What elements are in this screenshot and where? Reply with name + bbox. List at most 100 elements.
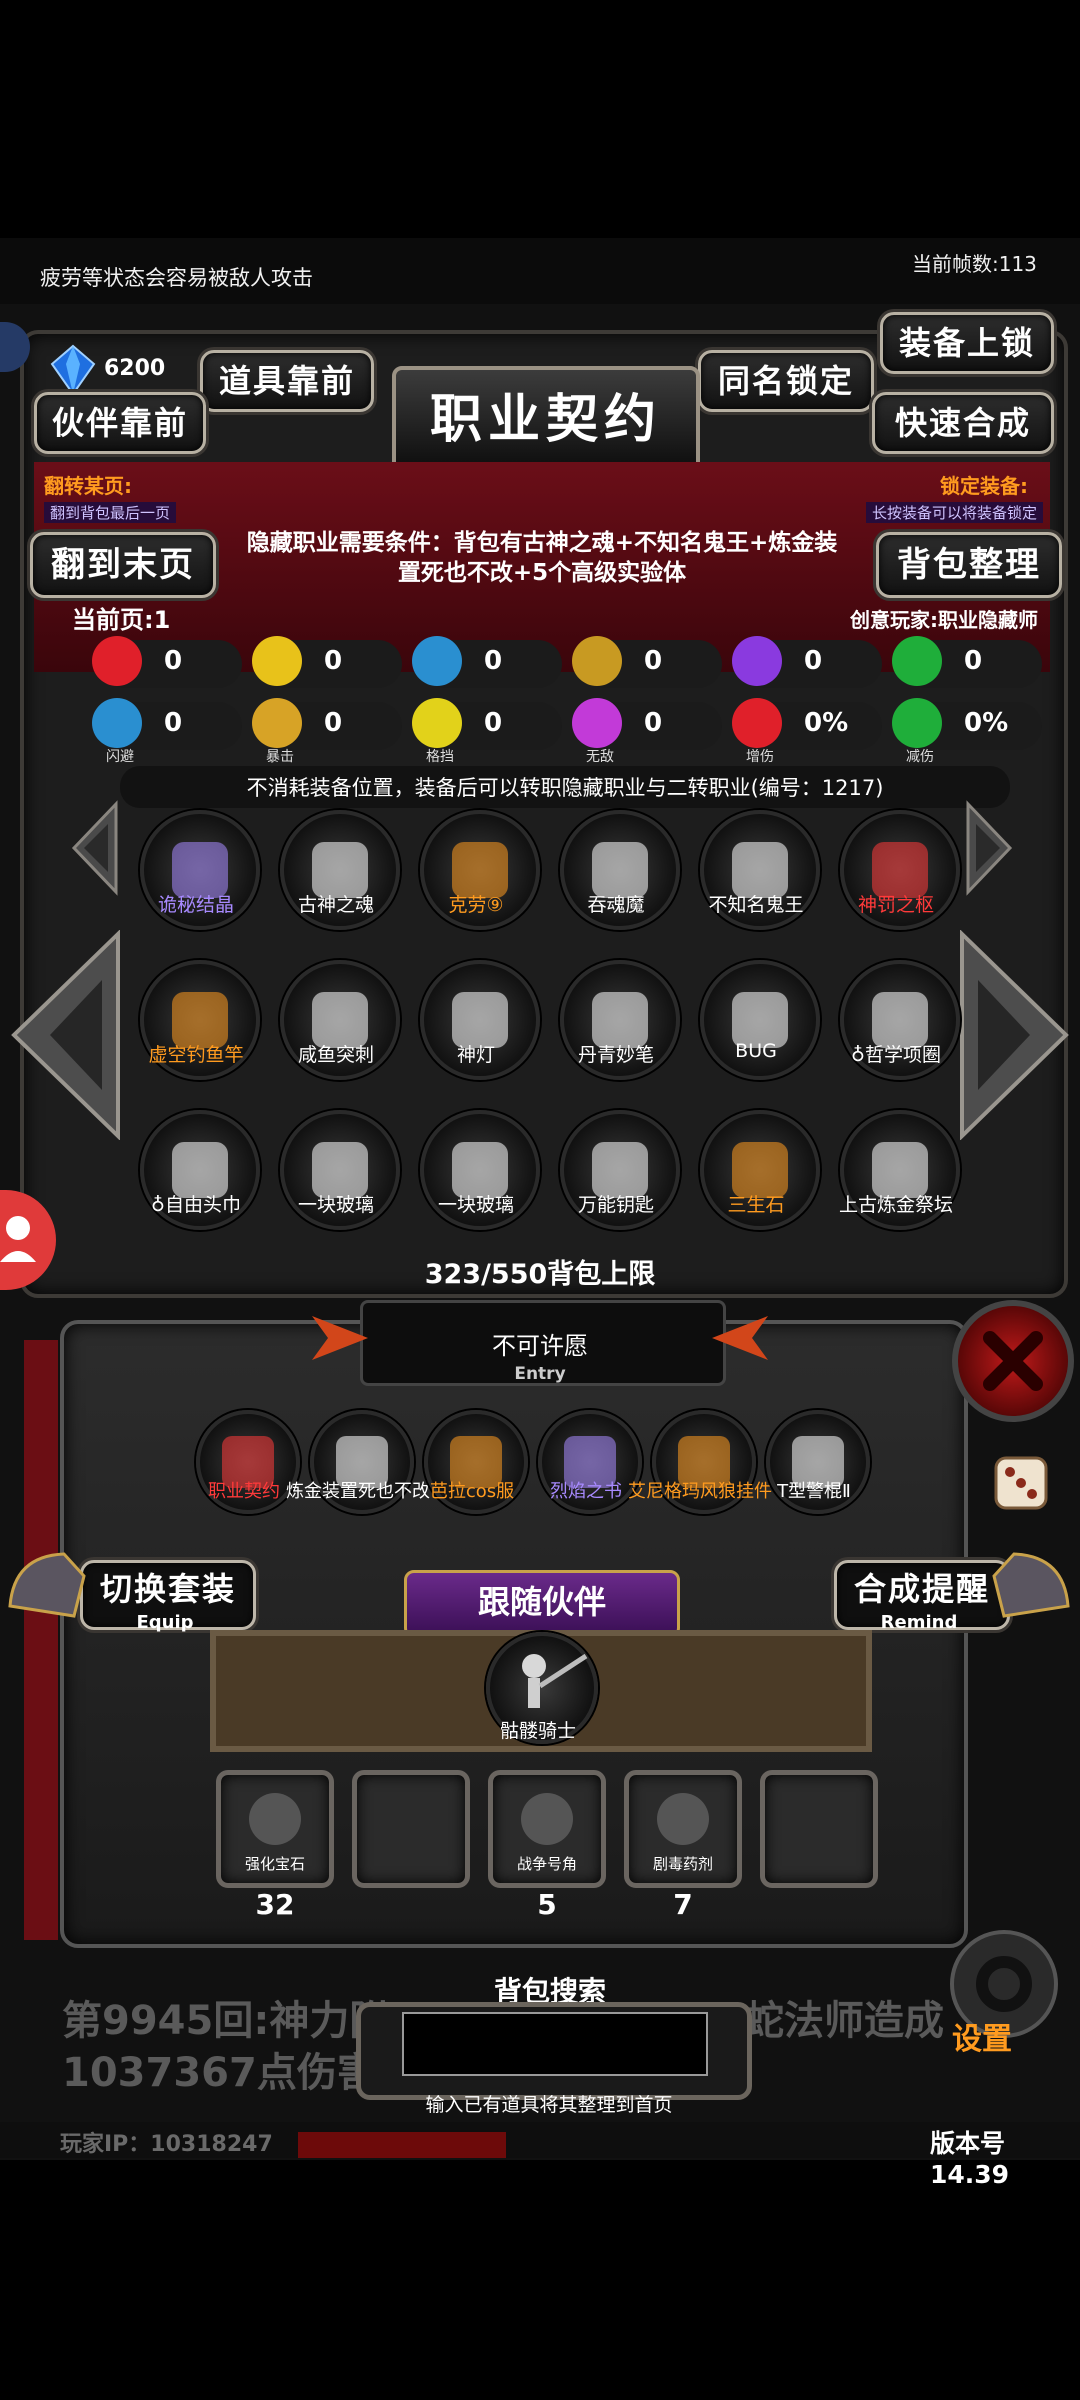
equipped-item-name: T型警棍Ⅱ: [777, 1481, 851, 1502]
wish-title: 不可许愿: [492, 1332, 588, 1360]
stat-value: 0: [804, 646, 823, 676]
creator-text: 创意玩家:职业隐藏师: [850, 608, 1038, 632]
items-front-button[interactable]: 道具靠前: [200, 350, 374, 412]
stat-label: 减伤: [906, 749, 934, 765]
lock-desc: 长按装备可以将装备锁定: [866, 502, 1044, 523]
stat-label: 格挡: [426, 749, 454, 765]
prev-page-small-arrow[interactable]: [70, 800, 118, 896]
lock-label: 锁定装备:: [940, 474, 1028, 498]
bag-item-name: 吞魂魔: [587, 894, 645, 916]
damage-up-icon: [732, 698, 782, 748]
battle-log-line2: 1037367点伤害: [62, 2050, 377, 2096]
stat-label: 闪避: [106, 749, 134, 765]
next-page-small-arrow[interactable]: [966, 800, 1014, 896]
hint-text: 疲劳等状态会容易被敌人攻击: [40, 266, 313, 290]
bag-item-name: 不知名鬼王: [708, 894, 804, 916]
stat-value: 0: [644, 646, 663, 676]
helmet-left-icon: [4, 1546, 88, 1626]
block-icon: [412, 698, 462, 748]
dice-icon[interactable]: [990, 1452, 1052, 1514]
consumable-slot[interactable]: 剧毒药剂: [624, 1770, 742, 1888]
version-text: 版本号14.39: [930, 2129, 1010, 2189]
exp-bar: [298, 2132, 506, 2158]
flip-label: 翻转某页:: [44, 474, 132, 498]
consumable-row: 强化宝石 32 战争号角 5 剧毒药剂 7: [216, 1770, 878, 1921]
to-last-page-button[interactable]: 翻到末页: [30, 532, 216, 598]
bag-item-name: 神灯: [456, 1044, 495, 1066]
close-icon: [983, 1331, 1043, 1391]
partner-name: 骷髅骑士: [499, 1720, 576, 1742]
stat-value: 0: [324, 646, 343, 676]
helmet-icon: [412, 636, 462, 686]
consumable-name: 战争号角: [516, 1855, 577, 1873]
partner-title: 跟随伙伴: [404, 1570, 680, 1638]
search-hint: 输入已有道具将其整理到首页: [425, 2094, 673, 2116]
consumable-slot[interactable]: [760, 1770, 878, 1888]
next-page-arrow[interactable]: [960, 929, 1070, 1141]
craft-remind-label: 合成提醒: [853, 1570, 990, 1608]
bag-item-name: BUG: [735, 1040, 777, 1062]
switch-set-label: 切换套装: [99, 1570, 236, 1608]
bag-item-name: 神罚之枢: [857, 894, 934, 916]
current-page: 当前页:1: [72, 606, 171, 634]
damage-down-icon: [892, 698, 942, 748]
consumable-slot[interactable]: 战争号角: [488, 1770, 606, 1888]
player-ip: 玩家IP：10318247: [60, 2132, 273, 2157]
equip-lock-button[interactable]: 装备上锁: [880, 312, 1054, 374]
search-input[interactable]: [402, 2012, 708, 2076]
battle-log-line1: 第9945回:神力附: [62, 1998, 390, 2044]
fps-counter: 当前帧数:113: [912, 252, 1037, 276]
partner-front-button[interactable]: 伙伴靠前: [34, 392, 206, 454]
consumable-slot[interactable]: [352, 1770, 470, 1888]
armor-icon: [252, 636, 302, 686]
stat-value: 0: [484, 708, 503, 738]
bag-slot[interactable]: [700, 960, 820, 1080]
bag-capacity: 323/550背包上限: [424, 1259, 656, 1290]
gem-count: 6200: [104, 356, 166, 381]
crit-icon: [252, 698, 302, 748]
bag-item-name: 一块玻璃: [297, 1194, 374, 1216]
consumable-name: 剧毒药剂: [652, 1855, 713, 1873]
helmet-right-icon: [990, 1546, 1074, 1626]
same-name-lock-button[interactable]: 同名锁定: [698, 350, 874, 412]
stat-value: 0%: [804, 708, 849, 738]
stat-value: 0: [964, 646, 983, 676]
requirement-text: 隐藏职业需要条件：背包有古神之魂+不知名鬼王+炼金装置死也不改+5个高级实验体: [246, 530, 838, 586]
battle-log-line1b: 蛇法师造成: [744, 1998, 944, 2044]
stat-label: 暴击: [266, 749, 294, 765]
consumable-slot[interactable]: 强化宝石: [216, 1770, 334, 1888]
left-red-pillar: [24, 1340, 58, 1940]
bag-item-name: ♁哲学项圈: [851, 1044, 941, 1066]
stats-grid: 0 0 0 0 0 0 0 闪避 0 暴击 0 格挡 0 无敌 0% 增伤 0% 减伤: [92, 636, 1052, 776]
poison-icon: [657, 1793, 709, 1845]
panel-title: 职业契约: [392, 366, 700, 474]
bag-sort-button[interactable]: 背包整理: [876, 532, 1062, 598]
quick-craft-button[interactable]: 快速合成: [872, 392, 1054, 454]
consumable-name: 强化宝石: [244, 1855, 305, 1873]
gem-icon: [50, 344, 96, 396]
stat-value: 0: [644, 708, 663, 738]
stat-value: 0: [324, 708, 343, 738]
consumable-count: 7: [673, 1888, 693, 1921]
bag-item-name: 咸鱼突刺: [297, 1044, 374, 1066]
prev-page-arrow[interactable]: [10, 929, 120, 1141]
settings-label: 设置: [952, 2022, 1012, 2057]
bag-item-name: 丹青妙笔: [577, 1044, 654, 1066]
war-horn-icon: [521, 1793, 573, 1845]
bag-item-name: ♁自由头巾: [151, 1194, 241, 1216]
close-button[interactable]: [952, 1300, 1074, 1422]
bag-item-name: 克劳⑨: [448, 894, 504, 916]
consumable-count: 32: [255, 1888, 295, 1921]
bag-item-name: 三生石: [727, 1194, 785, 1216]
dodge-icon: [92, 698, 142, 748]
bag-item-name: 上古炼金祭坛: [838, 1194, 953, 1216]
clover-icon: [892, 636, 942, 686]
bag-item-grid: 诡秘结晶 古神之魂 克劳⑨ 吞魂魔 不知名鬼王 神罚之枢 虚空钓鱼竿 咸鱼突刺 神灯 丹青妙笔 BU…: [122, 810, 962, 1230]
invincible-icon: [572, 698, 622, 748]
stat-value: 0%: [964, 708, 1009, 738]
description-text: 不消耗装备位置，装备后可以转职隐藏职业与二转职业(编号：1217): [246, 776, 884, 800]
flip-desc: 翻到背包最后一页: [44, 502, 177, 523]
heart-icon: [92, 636, 142, 686]
stat-value: 0: [164, 708, 183, 738]
lightning-icon: [732, 636, 782, 686]
